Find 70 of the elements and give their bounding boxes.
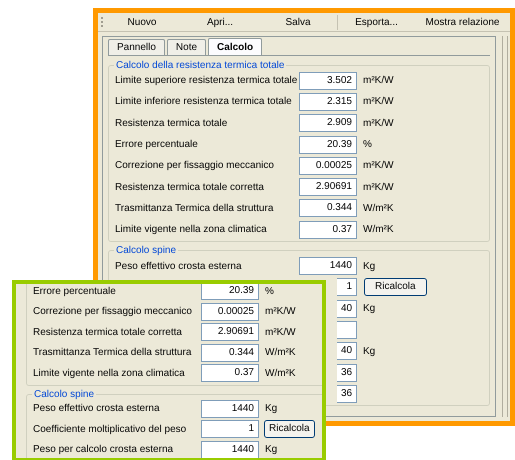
value-field[interactable]: 1440	[299, 257, 357, 276]
field-label: Peso effettivo crosta esterna	[115, 260, 242, 272]
value-field[interactable]	[337, 320, 357, 339]
unit-label: Kg	[363, 260, 376, 274]
field-label: Errore percentuale	[115, 139, 198, 150]
value-field[interactable]: 2.90691	[299, 178, 357, 196]
unit-label: Kg	[363, 302, 376, 316]
toolbar-button[interactable]: Salva	[259, 14, 337, 30]
field-label: Limite vigente nella zona climatica	[33, 368, 185, 379]
field-label: Limite superiore resistenza termica totale	[115, 75, 298, 86]
unit-label: Kg	[363, 344, 376, 359]
unit-label: m²K/W	[363, 95, 394, 110]
value-field[interactable]: 0.344	[201, 344, 259, 362]
toolbar-button[interactable]: Mostra relazione	[415, 14, 510, 30]
value-field[interactable]: 40	[337, 342, 357, 360]
unit-label: %	[265, 284, 274, 299]
field-label: Limite vigente nella zona climatica	[115, 224, 267, 236]
unit-label: W/m²K	[363, 202, 394, 216]
value-field[interactable]: 1	[201, 420, 259, 438]
field-label: Correzione per fissaggio meccanico	[33, 306, 192, 318]
tab[interactable]: Note	[166, 39, 206, 55]
value-field[interactable]: 0.344	[299, 199, 357, 218]
value-field[interactable]: 2.315	[299, 92, 357, 111]
unit-label: m²K/W	[363, 180, 394, 195]
value-field[interactable]: 3.502	[299, 72, 357, 90]
unit-label: m²K/W	[363, 116, 394, 131]
group-title: Calcolo spine	[32, 386, 96, 402]
unit-label: W/m²K	[265, 366, 296, 381]
recalculate-button[interactable]: Ricalcola	[264, 420, 315, 438]
value-field[interactable]: 0.00025	[299, 156, 357, 175]
unit-label: Kg	[265, 402, 278, 416]
value-field[interactable]: 20.39	[299, 136, 357, 154]
field-label: Trasmittanza Termica della struttura	[115, 202, 274, 214]
value-field[interactable]: 2.909	[299, 114, 357, 132]
unit-label: W/m²K	[363, 223, 394, 238]
toolbar-button[interactable]: Nuovo	[103, 14, 181, 30]
value-field[interactable]: 0.37	[201, 364, 259, 382]
unit-label: m²K/W	[363, 74, 394, 88]
unit-label: m²K/W	[265, 305, 296, 320]
field-label: Peso per calcolo crosta esterna	[33, 444, 174, 456]
toolbar-button[interactable]: Apri...	[181, 14, 259, 30]
group-title: Calcolo spine	[114, 243, 178, 258]
toolbar-button[interactable]: Esporta...	[337, 14, 415, 30]
field-label: Peso effettivo crosta esterna	[33, 403, 160, 414]
field-label: Resistenza termica totale	[115, 118, 228, 129]
value-field[interactable]: 1	[337, 278, 357, 296]
value-field[interactable]: 36	[337, 364, 357, 382]
tab[interactable]: Calcolo	[208, 38, 262, 55]
field-label: Correzione per fissaggio meccanico	[115, 160, 274, 172]
field-label: Coefficiente moltiplicativo del peso	[33, 424, 186, 435]
unit-label: Kg	[265, 443, 278, 458]
field-label: Errore percentuale	[33, 286, 116, 297]
field-label: Resistenza termica totale corretta	[115, 182, 264, 193]
value-field[interactable]: 20.39	[201, 284, 259, 300]
unit-label: m²K/W	[363, 159, 394, 174]
tab[interactable]: Pannello	[108, 39, 165, 55]
field-label: Limite inferiore resistenza termica totale	[115, 96, 292, 108]
value-field[interactable]: 1440	[201, 400, 259, 418]
value-field[interactable]: 0.00025	[201, 302, 259, 321]
value-field[interactable]: 40	[337, 300, 357, 318]
recalculate-button[interactable]: Ricalcola	[364, 278, 427, 296]
unit-label: W/m²K	[265, 346, 296, 360]
value-field[interactable]: 36	[337, 384, 357, 403]
field-label: Resistenza termica totale corretta	[33, 326, 182, 338]
field-label: Trasmittanza Termica della struttura	[33, 347, 192, 358]
value-field[interactable]: 1440	[201, 440, 259, 458]
unit-label: %	[363, 138, 372, 152]
value-field[interactable]: 2.90691	[201, 323, 259, 342]
unit-label: m²K/W	[265, 326, 296, 340]
value-field[interactable]: 0.37	[299, 220, 357, 239]
